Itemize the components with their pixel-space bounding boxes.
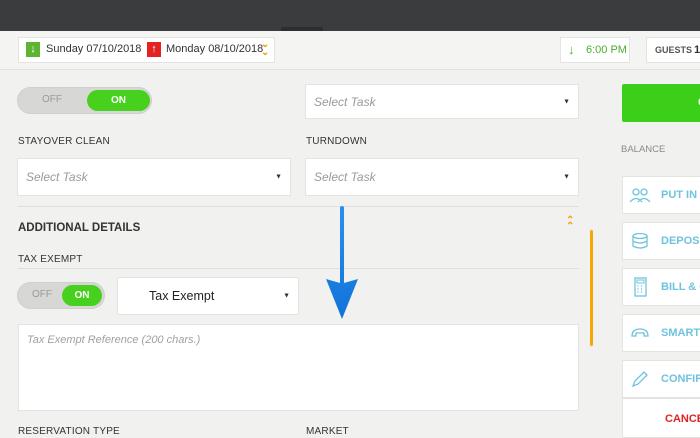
group-icon: [629, 188, 651, 203]
arrival-date: Sunday 07/10/2018: [46, 43, 142, 55]
divider: [18, 206, 579, 207]
date-range[interactable]: ↓ Sunday 07/10/2018 ↑ Monday 08/10/2018 …: [18, 37, 275, 63]
guests-box[interactable]: GUESTS 1: [646, 37, 700, 63]
tax-exempt-select[interactable]: Tax Exempt ▼: [117, 277, 299, 315]
tax-exempt-value: Tax Exempt: [149, 289, 215, 303]
caret-down-icon: ▼: [563, 98, 570, 105]
turndown-select[interactable]: Select Task ▼: [305, 158, 579, 196]
arrival-arrow-icon: ↓: [26, 42, 40, 57]
bill-button[interactable]: BILL & C: [622, 268, 700, 306]
task-select-placeholder: Select Task: [314, 94, 376, 109]
toggle-off-label: OFF: [42, 94, 62, 105]
stayover-placeholder: Select Task: [26, 170, 88, 184]
market-label: MARKET: [306, 426, 349, 437]
phone-icon: [631, 328, 649, 337]
stayover-label: STAYOVER CLEAN: [18, 136, 110, 147]
top-bar: [0, 0, 700, 33]
date-bar: ↓ Sunday 07/10/2018 ↑ Monday 08/10/2018 …: [0, 31, 700, 70]
confirm-label: CONFIR: [661, 373, 700, 385]
time-box[interactable]: ↓ 6:00 PM: [560, 37, 630, 63]
turndown-placeholder: Select Task: [314, 170, 376, 184]
tax-exempt-label: TAX EXEMPT: [18, 254, 83, 265]
arrival-time-icon: ↓: [568, 42, 575, 57]
stayover-select[interactable]: Select Task ▼: [17, 158, 291, 196]
balance-label: BALANCE: [621, 144, 666, 155]
put-in-group-button[interactable]: PUT IN G: [622, 176, 700, 214]
deposit-icon: [632, 232, 648, 249]
confirm-button[interactable]: CONFIR: [622, 360, 700, 398]
toggle-on-label: ON: [87, 90, 150, 111]
turndown-label: TURNDOWN: [306, 136, 368, 147]
task-select[interactable]: Select Task ▼: [305, 84, 579, 119]
departure-arrow-icon: ↑: [147, 42, 161, 57]
pen-icon: [631, 371, 648, 388]
collapse-chevron-icon[interactable]: ⌃ ⌃: [566, 216, 574, 232]
caret-down-icon: ▼: [563, 173, 570, 181]
tax-exempt-toggle[interactable]: OFF ON: [17, 282, 105, 309]
guests-count: 1: [694, 44, 700, 56]
caret-down-icon: ▼: [283, 292, 290, 300]
annotation-arrow-icon: [326, 206, 358, 319]
toggle-on-label: ON: [62, 285, 102, 306]
primary-action-button[interactable]: C: [622, 84, 700, 122]
caret-down-icon: ▼: [275, 173, 282, 181]
calculator-icon: [634, 277, 647, 297]
additional-details-title: ADDITIONAL DETAILS: [18, 222, 141, 234]
put-in-group-label: PUT IN G: [661, 189, 700, 201]
cancel-label: CANCE: [665, 413, 700, 425]
tax-exempt-reference-input[interactable]: Tax Exempt Reference (200 chars.): [18, 324, 579, 411]
double-chevron-down-icon[interactable]: ⌄ ⌄: [261, 40, 269, 58]
deposit-label: DEPOSIT: [661, 235, 700, 247]
task-toggle[interactable]: OFF ON: [17, 87, 152, 114]
smart-button[interactable]: SMARTE: [622, 314, 700, 352]
bill-label: BILL & C: [661, 281, 700, 293]
tax-exempt-reference-placeholder: Tax Exempt Reference (200 chars.): [27, 334, 201, 346]
scroll-indicator[interactable]: [590, 230, 593, 346]
reservation-type-label: RESERVATION TYPE: [18, 426, 120, 437]
departure-date: Monday 08/10/2018: [166, 43, 264, 55]
deposit-button[interactable]: DEPOSIT: [622, 222, 700, 260]
cancel-button[interactable]: CANCE: [622, 398, 700, 438]
guests-label: GUESTS: [655, 45, 693, 55]
divider: [18, 268, 579, 269]
smart-label: SMARTE: [661, 327, 700, 339]
arrival-time: 6:00 PM: [586, 44, 627, 56]
toggle-off-label: OFF: [32, 289, 52, 300]
